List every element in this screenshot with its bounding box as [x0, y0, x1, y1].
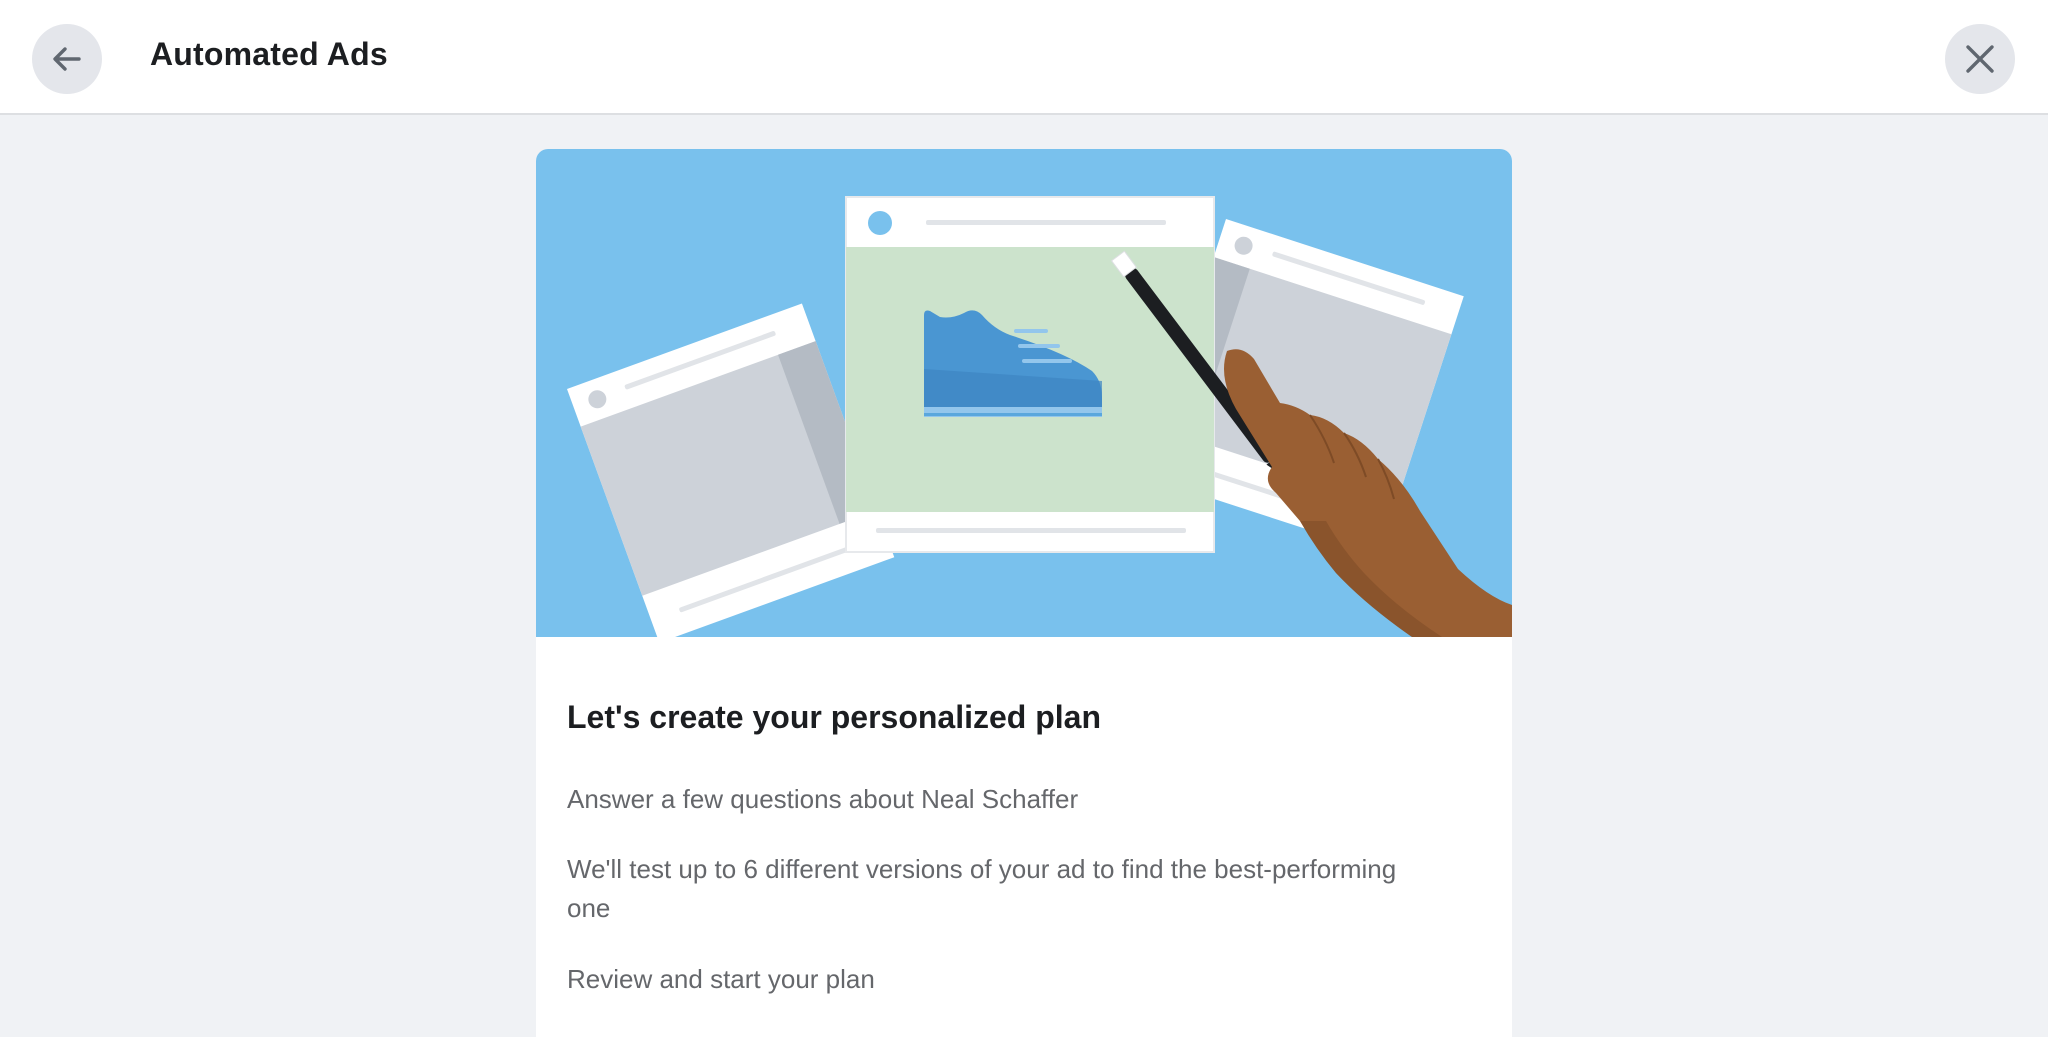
- plan-intro-card: Let's create your personalized plan Answ…: [536, 149, 1512, 1037]
- automated-ads-window: Automated Ads Let's create your personal…: [0, 0, 2048, 1037]
- arrow-left-icon: [53, 47, 81, 71]
- step-text: Answer a few questions about Neal Schaff…: [567, 784, 1079, 814]
- step-text: Review and start your plan: [567, 964, 875, 994]
- ad-versions-illustration: [536, 149, 1512, 637]
- back-button[interactable]: [32, 24, 102, 94]
- page-title: Automated Ads: [150, 36, 388, 72]
- close-icon: [1966, 45, 1994, 73]
- center-ad-card: [845, 196, 1215, 553]
- top-bar: Automated Ads: [0, 0, 2048, 115]
- step-text: We'll test up to 6 different versions of…: [567, 854, 1397, 923]
- close-button[interactable]: [1945, 24, 2015, 94]
- card-title: Let's create your personalized plan: [567, 699, 1101, 735]
